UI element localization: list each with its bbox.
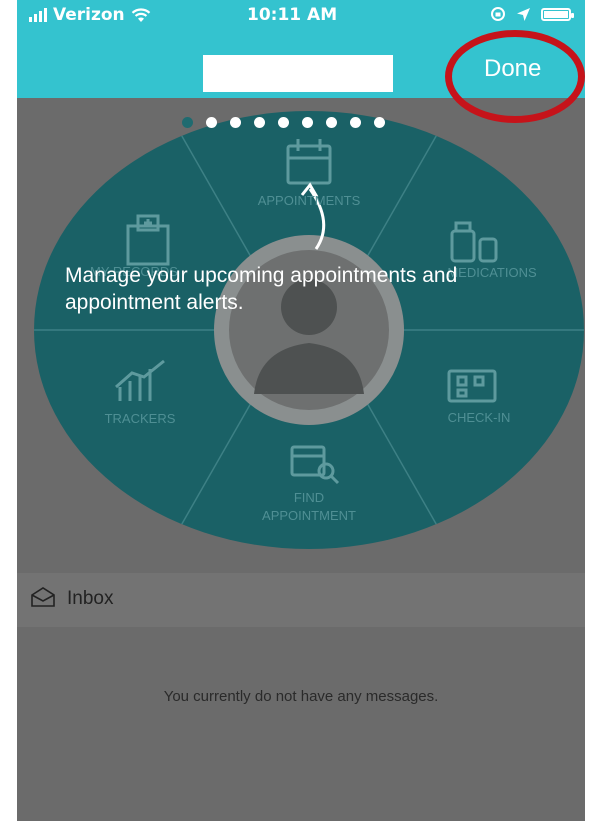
- page-dot[interactable]: [206, 117, 217, 128]
- inbox-header[interactable]: Inbox: [17, 573, 585, 627]
- inbox-title: Inbox: [67, 588, 114, 609]
- status-right-icons: [490, 6, 574, 22]
- segment-label-find-appointment[interactable]: APPOINTMENT: [262, 508, 356, 523]
- page-dot[interactable]: [374, 117, 385, 128]
- redacted-title: [203, 55, 393, 92]
- carrier-name: Verizon: [53, 5, 125, 25]
- qr-ticket-icon: [447, 369, 497, 403]
- orientation-lock-icon: [491, 7, 505, 21]
- carousel-page-indicator: [182, 117, 385, 128]
- segment-label-find[interactable]: FIND: [294, 490, 324, 505]
- location-arrow-icon: [517, 7, 530, 21]
- segment-label-check-in[interactable]: CHECK-IN: [448, 410, 511, 425]
- wheel-graphic: APPOINTMENTS MEDICATIONS CHECK-IN FIND A…: [34, 130, 584, 530]
- page-dot[interactable]: [350, 117, 361, 128]
- tutorial-tooltip-text: Manage your upcoming appointments and ap…: [65, 264, 458, 314]
- page-dot[interactable]: [326, 117, 337, 128]
- page-dot[interactable]: [182, 117, 193, 128]
- empty-inbox-message: You currently do not have any messages.: [163, 688, 439, 705]
- segment-label-trackers[interactable]: TRACKERS: [105, 411, 176, 426]
- page-dot[interactable]: [278, 117, 289, 128]
- envelope-icon: [31, 587, 55, 607]
- calendar-icon: [286, 139, 332, 185]
- status-time: 10:11 AM: [247, 5, 338, 25]
- signal-icon: [29, 8, 47, 22]
- app-screen: Verizon 10:11 AM Done APPOINTMENTS MEDIC…: [17, 0, 585, 821]
- feature-wheel: APPOINTMENTS MEDICATIONS CHECK-IN FIND A…: [34, 111, 584, 549]
- chart-trend-icon: [115, 359, 165, 401]
- segment-label-appointments[interactable]: APPOINTMENTS: [258, 193, 361, 208]
- done-highlight-ring: [445, 30, 585, 123]
- hospital-icon: [126, 214, 170, 266]
- page-dot[interactable]: [254, 117, 265, 128]
- wifi-icon: [131, 7, 150, 22]
- medication-bottles-icon: [450, 221, 498, 263]
- carrier-group: Verizon: [29, 5, 151, 25]
- battery-icon: [541, 7, 574, 21]
- status-bar: Verizon 10:11 AM: [17, 0, 585, 30]
- calendar-search-icon: [290, 445, 340, 485]
- page-dot[interactable]: [230, 117, 241, 128]
- page-dot[interactable]: [302, 117, 313, 128]
